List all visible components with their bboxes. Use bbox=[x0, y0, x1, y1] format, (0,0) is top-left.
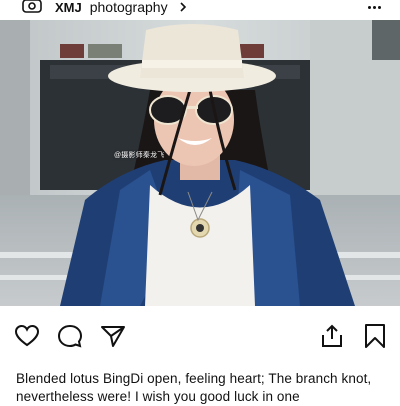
more-dots-icon[interactable] bbox=[366, 0, 382, 14]
post-header: XMJ photography bbox=[0, 0, 400, 18]
logo-icon[interactable] bbox=[22, 0, 42, 13]
heart-icon[interactable] bbox=[13, 322, 41, 350]
post-caption: Blended lotus BingDi open, feeling heart… bbox=[16, 371, 372, 404]
photo-watermark: @摄影师秦龙飞 bbox=[114, 152, 165, 159]
upload-icon[interactable] bbox=[318, 322, 346, 350]
bookmark-icon[interactable] bbox=[361, 322, 389, 350]
account-name: XMJ bbox=[55, 0, 82, 15]
account-subtitle: photography bbox=[89, 0, 168, 15]
action-bar bbox=[0, 322, 400, 358]
account-link[interactable]: XMJ photography bbox=[55, 0, 187, 15]
comment-icon[interactable] bbox=[56, 322, 84, 350]
send-icon[interactable] bbox=[99, 322, 127, 350]
post-photo[interactable]: @摄影师秦龙飞 bbox=[0, 20, 400, 306]
chevron-right-icon bbox=[179, 2, 187, 12]
